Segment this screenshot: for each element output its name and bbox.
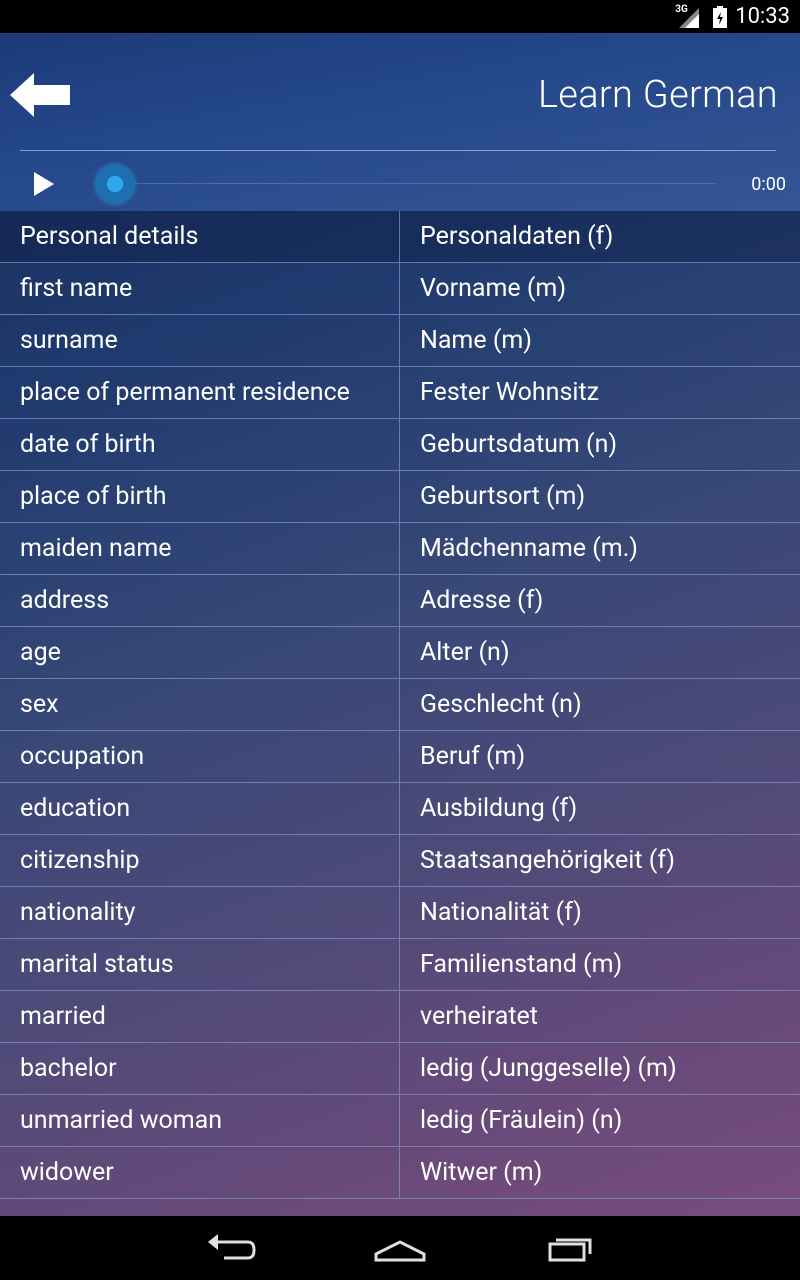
english-term-cell: citizenship [0, 835, 400, 886]
nav-back-icon [208, 1234, 256, 1260]
table-row[interactable]: first name Vorname (m) [0, 263, 800, 315]
english-term-cell: date of birth [0, 419, 400, 470]
english-term-cell: address [0, 575, 400, 626]
german-term-cell: Mädchenname (m.) [420, 534, 639, 563]
german-term-cell: verheiratet [420, 1002, 538, 1031]
table-row[interactable]: place of birth Geburtsort (m) [0, 471, 800, 523]
table-row[interactable]: citizenship Staatsangehörigkeit (f) [0, 835, 800, 887]
english-term-cell: widower [0, 1147, 400, 1198]
table-row[interactable]: age Alter (n) [0, 627, 800, 679]
seek-bar[interactable] [115, 183, 715, 184]
english-term-cell: first name [0, 263, 400, 314]
table-row[interactable]: date of birth Geburtsdatum (n) [0, 419, 800, 471]
nav-recent-apps-icon [548, 1238, 592, 1262]
english-term-cell: place of birth [0, 471, 400, 522]
english-term-cell: place of permanent residence [0, 367, 400, 418]
german-term-cell: ledig (Fräulein) (n) [420, 1106, 623, 1135]
english-term-cell: surname [0, 315, 400, 366]
seek-thumb[interactable] [95, 164, 135, 204]
system-nav-bar [0, 1216, 800, 1280]
nav-home-icon [374, 1240, 426, 1262]
english-term-cell: nationality [0, 887, 400, 938]
table-row[interactable]: surname Name (m) [0, 315, 800, 367]
english-term-cell: Personal details [0, 211, 400, 262]
german-term-cell: ledig (Junggeselle) (m) [420, 1054, 677, 1083]
table-row[interactable]: married verheiratet [0, 991, 800, 1043]
german-term-cell: Alter (n) [420, 638, 510, 667]
english-term-cell: marital status [0, 939, 400, 990]
table-row[interactable]: widower Witwer (m) [0, 1147, 800, 1199]
table-row[interactable]: marital status Familienstand (m) [0, 939, 800, 991]
nav-home-button[interactable] [370, 1230, 430, 1266]
signal-icon: 3G [675, 3, 701, 28]
german-term-cell: Geschlecht (n) [420, 690, 582, 719]
german-term-cell: Beruf (m) [420, 742, 526, 771]
german-term-cell: Geburtsort (m) [420, 482, 586, 511]
page-title: Learn German [537, 73, 778, 117]
english-term-cell: education [0, 783, 400, 834]
table-row[interactable]: bachelor ledig (Junggeselle) (m) [0, 1043, 800, 1095]
playback-time: 0:00 [751, 174, 786, 195]
german-term-cell: Fester Wohnsitz [420, 378, 600, 407]
english-term-cell: occupation [0, 731, 400, 782]
nav-recent-apps-button[interactable] [540, 1230, 600, 1266]
status-bar: 3G 10:33 [0, 0, 800, 33]
nav-back-button[interactable] [200, 1230, 260, 1266]
table-row[interactable]: sex Geschlecht (n) [0, 679, 800, 731]
german-term-cell: Adresse (f) [420, 586, 544, 615]
vocabulary-table: Personal details Personaldaten (f) first n… [0, 211, 800, 1216]
german-term-cell: Familienstand (m) [420, 950, 623, 979]
german-term-cell: Witwer (m) [420, 1158, 543, 1187]
play-button[interactable] [32, 171, 56, 197]
play-icon [34, 172, 54, 196]
header-divider [20, 150, 776, 151]
table-row[interactable]: occupation Beruf (m) [0, 731, 800, 783]
german-term-cell: Nationalität (f) [420, 898, 582, 927]
english-term-cell: bachelor [0, 1043, 400, 1094]
network-type-label: 3G [675, 3, 688, 15]
app-header: Learn German 0:00 [0, 33, 800, 211]
german-term-cell: Personaldaten (f) [420, 222, 614, 251]
english-term-cell: age [0, 627, 400, 678]
table-row[interactable]: nationality Nationalität (f) [0, 887, 800, 939]
german-term-cell: Name (m) [420, 326, 532, 355]
english-term-cell: unmarried woman [0, 1095, 400, 1146]
table-row[interactable]: maiden name Mädchenname (m.) [0, 523, 800, 575]
german-term-cell: Staatsangehörigkeit (f) [420, 846, 675, 875]
german-term-cell: Geburtsdatum (n) [420, 430, 618, 459]
battery-icon [713, 5, 728, 28]
table-row[interactable]: place of permanent residence Fester Wohns… [0, 367, 800, 419]
table-row[interactable]: unmarried woman ledig (Fräulein) (n) [0, 1095, 800, 1147]
english-term-cell: married [0, 991, 400, 1042]
english-term-cell: maiden name [0, 523, 400, 574]
english-term-cell: sex [0, 679, 400, 730]
german-term-cell: Vorname (m) [420, 274, 567, 303]
back-button[interactable] [10, 73, 72, 117]
back-arrow-icon [10, 73, 70, 117]
screen: 3G 10:33 Learn German 0:00 Personal deta… [0, 0, 800, 1280]
table-row[interactable]: address Adresse (f) [0, 575, 800, 627]
german-term-cell: Ausbildung (f) [420, 794, 578, 823]
table-row[interactable]: education Ausbildung (f) [0, 783, 800, 835]
status-time: 10:33 [735, 4, 790, 29]
table-header-row[interactable]: Personal details Personaldaten (f) [0, 211, 800, 263]
